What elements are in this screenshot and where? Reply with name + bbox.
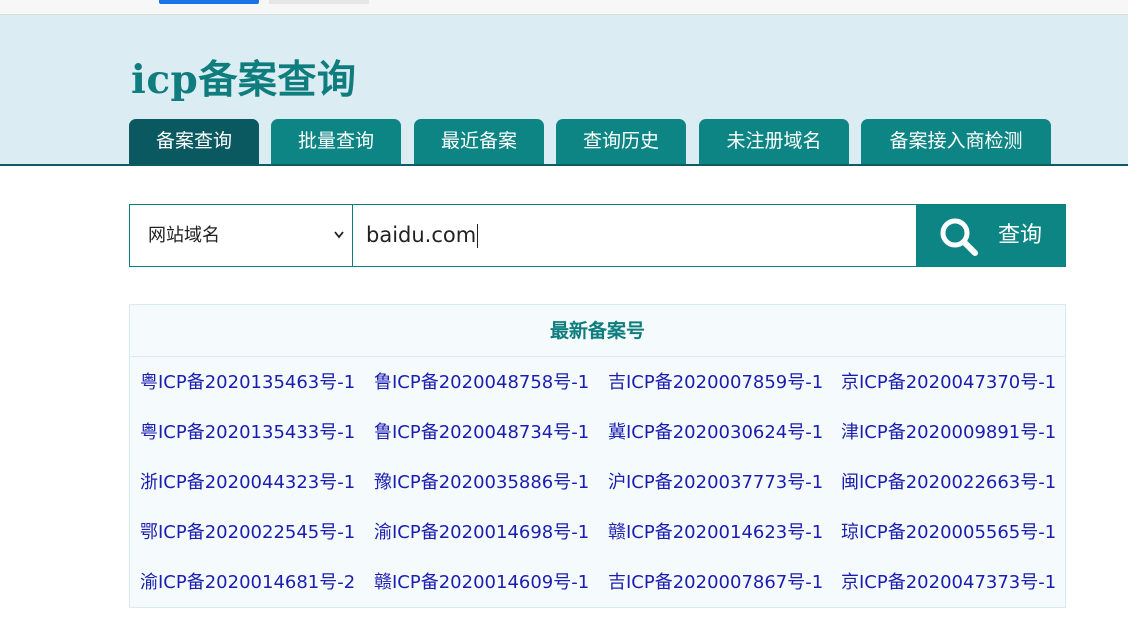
tab-provider-check[interactable]: 备案接入商检测 — [861, 119, 1051, 164]
site-header: icp备案查询 备案查询 批量查询 最近备案 查询历史 未注册域名 备案接入商检… — [0, 15, 1128, 166]
search-button[interactable]: 查询 — [916, 205, 1066, 266]
tab-batch-query[interactable]: 批量查询 — [271, 119, 401, 164]
filing-link[interactable]: 闽ICP备2020022663号-1 — [841, 458, 1056, 508]
search-type-select[interactable]: 网站域名 — [130, 205, 353, 266]
browser-tab-strip — [0, 0, 1128, 15]
tab-unregistered-domains[interactable]: 未注册域名 — [699, 119, 849, 164]
filing-link[interactable]: 沪ICP备2020037773号-1 — [608, 458, 823, 508]
browser-tab-indicator[interactable] — [159, 0, 259, 4]
filing-link[interactable]: 吉ICP备2020007867号-1 — [608, 558, 823, 608]
filing-link[interactable]: 浙ICP备2020044323号-1 — [140, 458, 355, 508]
browser-tab-inactive[interactable] — [269, 0, 369, 4]
filing-link[interactable]: 赣ICP备2020014609号-1 — [374, 558, 589, 608]
tab-query-history[interactable]: 查询历史 — [556, 119, 686, 164]
filing-link[interactable]: 赣ICP备2020014623号-1 — [608, 508, 823, 558]
filings-row: 渝ICP备2020014681号-2 赣ICP备2020014609号-1 吉I… — [130, 558, 1065, 608]
filing-link[interactable]: 鲁ICP备2020048734号-1 — [374, 408, 589, 458]
filing-link[interactable]: 粤ICP备2020135433号-1 — [140, 408, 355, 458]
search-button-label: 查询 — [998, 223, 1043, 248]
latest-filings-title: 最新备案号 — [130, 305, 1065, 357]
filing-link[interactable]: 琼ICP备2020005565号-1 — [841, 508, 1056, 558]
filing-link[interactable]: 渝ICP备2020014698号-1 — [374, 508, 589, 558]
site-logo[interactable]: icp备案查询 — [131, 57, 356, 103]
filing-link[interactable]: 鄂ICP备2020022545号-1 — [140, 508, 355, 558]
filing-link[interactable]: 京ICP备2020047373号-1 — [841, 558, 1056, 608]
filing-link[interactable]: 豫ICP备2020035886号-1 — [374, 458, 589, 508]
filing-link[interactable]: 鲁ICP备2020048758号-1 — [374, 358, 589, 408]
tab-icp-query[interactable]: 备案查询 — [129, 119, 259, 164]
search-icon — [940, 218, 978, 256]
search-type-value: 网站域名 — [148, 225, 220, 246]
latest-filings-panel: 最新备案号 粤ICP备2020135463号-1 鲁ICP备2020048758… — [129, 304, 1066, 608]
text-caret — [477, 224, 479, 248]
filing-link[interactable]: 津ICP备2020009891号-1 — [841, 408, 1056, 458]
filing-link[interactable]: 冀ICP备2020030624号-1 — [608, 408, 823, 458]
filings-row: 鄂ICP备2020022545号-1 渝ICP备2020014698号-1 赣I… — [130, 508, 1065, 558]
search-input-value: baidu.com — [366, 223, 477, 247]
latest-filings-grid: 粤ICP备2020135463号-1 鲁ICP备2020048758号-1 吉I… — [130, 358, 1065, 608]
search-bar: 网站域名 baidu.com 查询 — [129, 204, 1066, 267]
filing-link[interactable]: 京ICP备2020047370号-1 — [841, 358, 1056, 408]
filings-row: 浙ICP备2020044323号-1 豫ICP备2020035886号-1 沪I… — [130, 458, 1065, 508]
filing-link[interactable]: 粤ICP备2020135463号-1 — [140, 358, 355, 408]
filings-row: 粤ICP备2020135433号-1 鲁ICP备2020048734号-1 冀I… — [130, 408, 1065, 458]
filing-link[interactable]: 吉ICP备2020007859号-1 — [608, 358, 823, 408]
tab-recent-filings[interactable]: 最近备案 — [414, 119, 544, 164]
filing-link[interactable]: 渝ICP备2020014681号-2 — [140, 558, 355, 608]
chevron-down-icon — [334, 231, 344, 239]
filings-row: 粤ICP备2020135463号-1 鲁ICP备2020048758号-1 吉I… — [130, 358, 1065, 408]
search-input[interactable]: baidu.com — [354, 205, 915, 266]
